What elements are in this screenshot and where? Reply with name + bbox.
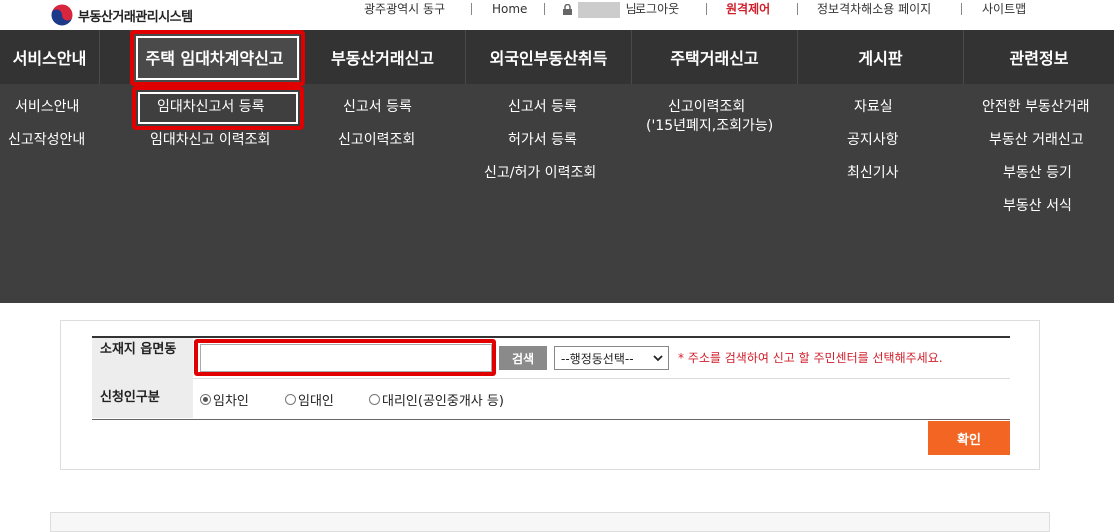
sub-foreign-history[interactable]: 신고/허가 이력조회 (484, 165, 596, 181)
logo[interactable]: 부동산거래관리시스템 (50, 3, 193, 27)
address-row: 소재지 읍면동 검색 --행정동선택-- * 주소를 검색하여 신고 할 주민센… (92, 338, 1010, 379)
dong-select-value: --행정동선택-- (561, 351, 634, 366)
sub-foreign-register[interactable]: 신고서 등록 (508, 99, 577, 115)
logout-link[interactable]: 로그아웃 (635, 0, 679, 18)
radio-agent[interactable]: 대리인(공인중개사 등) (369, 390, 504, 409)
nav-realestate[interactable]: 부동산거래신고 (300, 30, 466, 84)
radio-tenant[interactable]: 임차인 (200, 390, 249, 409)
info-gap-link[interactable]: 정보격차해소용 페이지 (817, 0, 931, 18)
radio-landlord[interactable]: 임대인 (285, 390, 334, 409)
logo-text: 부동산거래관리시스템 (78, 9, 193, 25)
nav-board[interactable]: 게시판 (798, 30, 964, 84)
sub-foreign-permit[interactable]: 허가서 등록 (508, 132, 577, 148)
sub-board-archive[interactable]: 자료실 (854, 99, 893, 115)
sub-re-history[interactable]: 신고이력조회 (338, 132, 415, 148)
lease-form: 소재지 읍면동 검색 --행정동선택-- * 주소를 검색하여 신고 할 주민센… (60, 320, 1040, 470)
highlight-inner (136, 36, 299, 80)
user-info: 님 (563, 0, 637, 18)
divider (471, 3, 472, 15)
sub-writing-guide[interactable]: 신고작성안내 (8, 132, 85, 148)
nav-housing[interactable]: 주택거래신고 (632, 30, 798, 84)
nav-related[interactable]: 관련정보 (964, 30, 1114, 84)
radio-agent-label: 대리인(공인중개사 등) (382, 394, 504, 409)
sub-related-report[interactable]: 부동산 거래신고 (989, 132, 1084, 148)
applicant-label: 신청인구분 (92, 378, 193, 418)
username-redacted (577, 1, 620, 18)
radio-tenant-label: 임차인 (213, 394, 249, 409)
main-nav: 서비스안내 주택 임대차계약신고 부동산거래신고 외국인부동산취득 주택거래신고… (0, 30, 1114, 303)
search-button[interactable]: 검색 (499, 346, 547, 370)
remote-control-link[interactable]: 원격제어 (726, 0, 770, 18)
radio-landlord-label: 임대인 (298, 394, 334, 409)
divider (961, 3, 962, 15)
form-table: 소재지 읍면동 검색 --행정동선택-- * 주소를 검색하여 신고 할 주민센… (92, 336, 1010, 420)
bottom-panel (50, 512, 1050, 532)
address-notice: * 주소를 검색하여 신고 할 주민센터를 선택해주세요. (678, 351, 943, 365)
sub-re-register[interactable]: 신고서 등록 (343, 99, 412, 115)
sub-lease-register[interactable]: 임대차신고서 등록 (157, 99, 265, 115)
chevron-down-icon (653, 355, 663, 362)
lock-icon (563, 4, 572, 15)
sub-lease-history[interactable]: 임대차신고 이력조회 (150, 132, 270, 148)
divider (706, 3, 707, 15)
sub-related-forms[interactable]: 부동산 서식 (1003, 198, 1072, 214)
home-link[interactable]: Home (492, 0, 527, 18)
sub-housing-history[interactable]: 신고이력조회 (668, 99, 745, 115)
sub-board-news[interactable]: 최신기사 (847, 165, 899, 181)
region-link[interactable]: 광주광역시 동구 (364, 0, 445, 18)
sitemap-link[interactable]: 사이트맵 (982, 0, 1026, 18)
address-input[interactable] (200, 344, 492, 372)
sub-board-notice[interactable]: 공지사항 (847, 132, 899, 148)
highlight-nav-lease (130, 30, 305, 86)
top-bar: 부동산거래관리시스템 광주광역시 동구 Home 님 로그아웃 원격제어 정보격… (0, 0, 1114, 30)
applicant-row: 신청인구분 임차인 임대인 대리인(공인중개사 등) (92, 378, 1010, 418)
confirm-button[interactable]: 확인 (928, 421, 1010, 455)
radio-checked-icon (200, 394, 211, 405)
radio-unchecked-icon (369, 394, 380, 405)
radio-unchecked-icon (285, 394, 296, 405)
divider (544, 3, 545, 15)
sub-related-safe[interactable]: 안전한 부동산거래 (982, 99, 1090, 115)
address-label: 소재지 읍면동 (92, 338, 193, 378)
dong-select[interactable]: --행정동선택-- (554, 346, 669, 370)
sub-housing-note: ('15년폐지,조회가능) (646, 118, 774, 134)
sub-related-registry[interactable]: 부동산 등기 (1003, 165, 1072, 181)
divider (797, 3, 798, 15)
korea-emblem-icon (50, 3, 74, 27)
sub-service-guide[interactable]: 서비스안내 (15, 99, 79, 115)
nav-foreign[interactable]: 외국인부동산취득 (466, 30, 632, 84)
nav-service[interactable]: 서비스안내 (0, 30, 100, 84)
